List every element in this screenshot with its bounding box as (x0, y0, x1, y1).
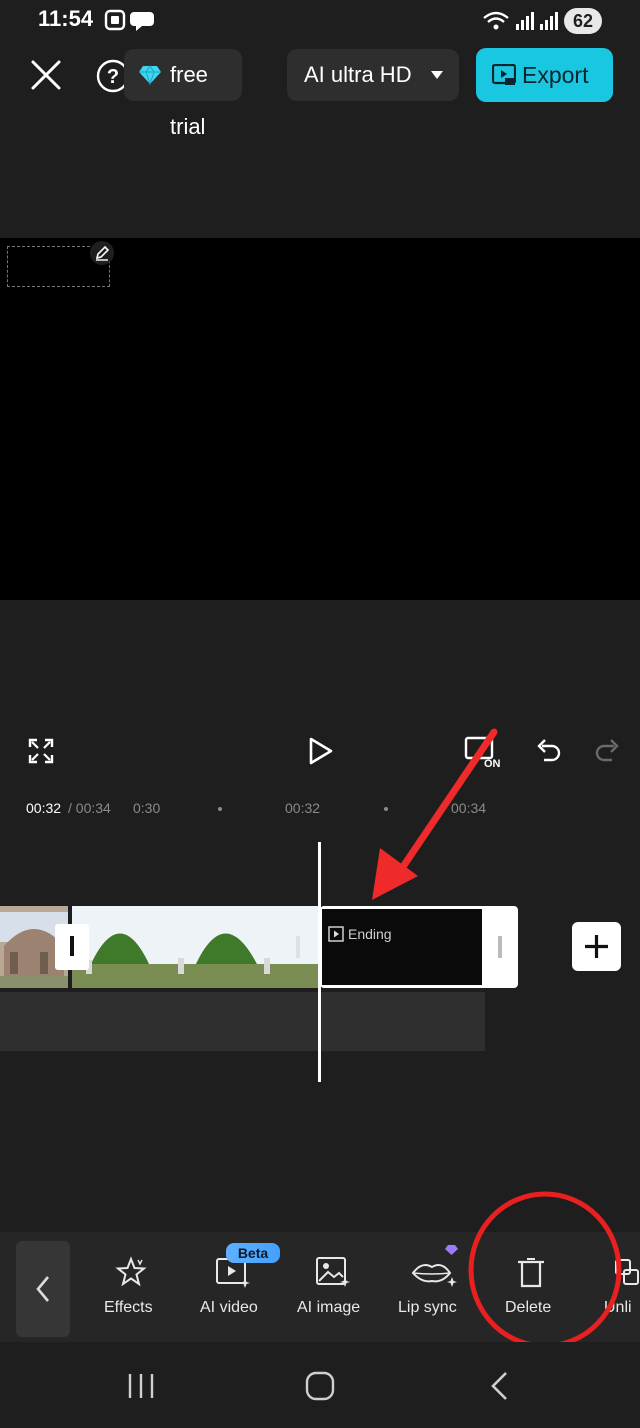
home-icon[interactable] (305, 1371, 335, 1401)
export-button[interactable]: Export (476, 48, 613, 102)
play-icon[interactable] (308, 736, 334, 766)
effects-label[interactable]: Effects (104, 1299, 153, 1317)
chevron-down-icon (431, 71, 443, 79)
toolbar-back-button[interactable] (16, 1241, 70, 1337)
signal-wifi-icon (483, 11, 558, 30)
recent-apps-icon[interactable] (126, 1372, 156, 1400)
chevron-left-icon (36, 1276, 49, 1302)
beta-badge: Beta (226, 1243, 280, 1263)
ruler-tick-label: 00:32 (285, 800, 321, 816)
quality-label: AI ultra HD (304, 62, 412, 87)
pencil-icon (95, 245, 110, 261)
export-icon (492, 64, 516, 85)
ai-image-icon[interactable] (315, 1256, 351, 1288)
lip-sync-label[interactable]: Lip sync (398, 1299, 457, 1317)
current-time: 00:32 (26, 800, 62, 816)
annotation-circle (468, 1191, 622, 1349)
audio-track[interactable] (0, 992, 485, 1051)
status-time: 11:54 (38, 6, 94, 31)
ai-video-label[interactable]: AI video (200, 1299, 258, 1317)
redo-icon[interactable] (594, 737, 622, 765)
ai-image-label[interactable]: AI image (297, 1299, 360, 1317)
ending-clip-body (322, 909, 482, 985)
ending-clip-label: Ending (348, 926, 392, 942)
effects-icon[interactable] (115, 1256, 147, 1288)
ruler-dot (218, 807, 222, 811)
edit-text-button[interactable] (90, 241, 114, 265)
quality-dropdown[interactable]: AI ultra HD (287, 49, 459, 101)
ruler-tick-label: 0:30 (133, 800, 161, 816)
battery-indicator: 62 (564, 8, 602, 34)
free-trial-label: free trial (170, 62, 208, 139)
close-icon[interactable] (30, 59, 62, 91)
plus-icon (585, 935, 608, 958)
clip-trim-handle[interactable] (498, 936, 502, 958)
back-icon[interactable] (488, 1371, 512, 1401)
add-clip-button[interactable] (572, 922, 621, 971)
free-trial-button[interactable]: free trial (124, 49, 242, 139)
diamond-icon (139, 65, 161, 85)
annotation-arrow (372, 728, 498, 900)
svg-text:?: ? (107, 66, 119, 88)
video-icon (328, 926, 344, 942)
lip-sync-icon[interactable] (410, 1243, 464, 1289)
playhead[interactable] (318, 842, 321, 1082)
status-notification-icons (104, 9, 154, 31)
video-preview[interactable] (0, 238, 640, 600)
undo-icon[interactable] (534, 737, 562, 765)
total-time: / 00:34 (68, 800, 111, 816)
fullscreen-icon[interactable] (28, 738, 54, 764)
export-label: Export (522, 62, 589, 88)
